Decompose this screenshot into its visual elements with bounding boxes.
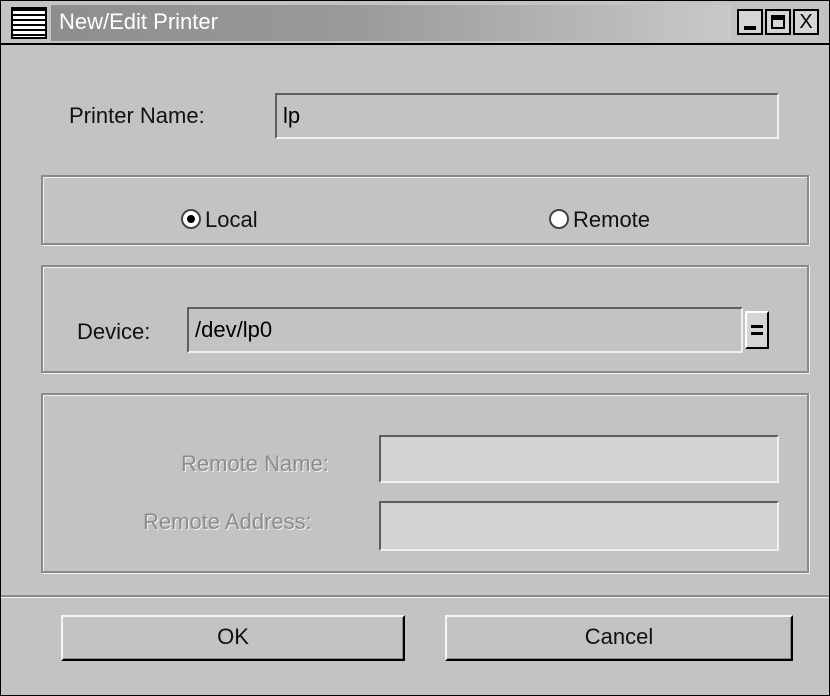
- title-bar[interactable]: New/Edit Printer X: [1, 1, 829, 45]
- title-area[interactable]: New/Edit Printer: [51, 5, 731, 41]
- remote-radio[interactable]: [549, 209, 569, 229]
- remote-name-input[interactable]: [379, 435, 779, 483]
- close-button[interactable]: X: [793, 9, 819, 35]
- dropdown-arrow-icon: [751, 325, 763, 335]
- device-combo-input[interactable]: [187, 307, 743, 353]
- maximize-button[interactable]: [765, 9, 791, 35]
- button-separator: [1, 595, 829, 598]
- window-title: New/Edit Printer: [59, 9, 218, 34]
- ok-button[interactable]: OK: [61, 615, 405, 661]
- remote-address-label: Remote Address:: [143, 509, 312, 534]
- device-dropdown-button[interactable]: [745, 311, 769, 349]
- device-label: Device:: [77, 319, 151, 344]
- minimize-button[interactable]: [737, 9, 763, 35]
- local-radio[interactable]: [181, 209, 201, 229]
- close-icon: X: [799, 11, 813, 33]
- minimize-icon: [744, 26, 756, 30]
- local-radio-label[interactable]: Local: [205, 207, 258, 233]
- printer-dialog: New/Edit Printer X Printer Name: Local R…: [0, 0, 830, 696]
- maximize-icon: [771, 15, 785, 29]
- remote-radio-label[interactable]: Remote: [573, 207, 650, 233]
- window-menu-icon[interactable]: [11, 7, 47, 39]
- cancel-button[interactable]: Cancel: [445, 615, 793, 661]
- radio-selected-dot: [187, 215, 195, 223]
- connection-type-group: [41, 175, 809, 245]
- printer-name-input[interactable]: [275, 93, 779, 139]
- printer-name-label: Printer Name:: [69, 103, 205, 128]
- remote-name-label: Remote Name:: [181, 451, 329, 476]
- remote-address-input[interactable]: [379, 501, 779, 551]
